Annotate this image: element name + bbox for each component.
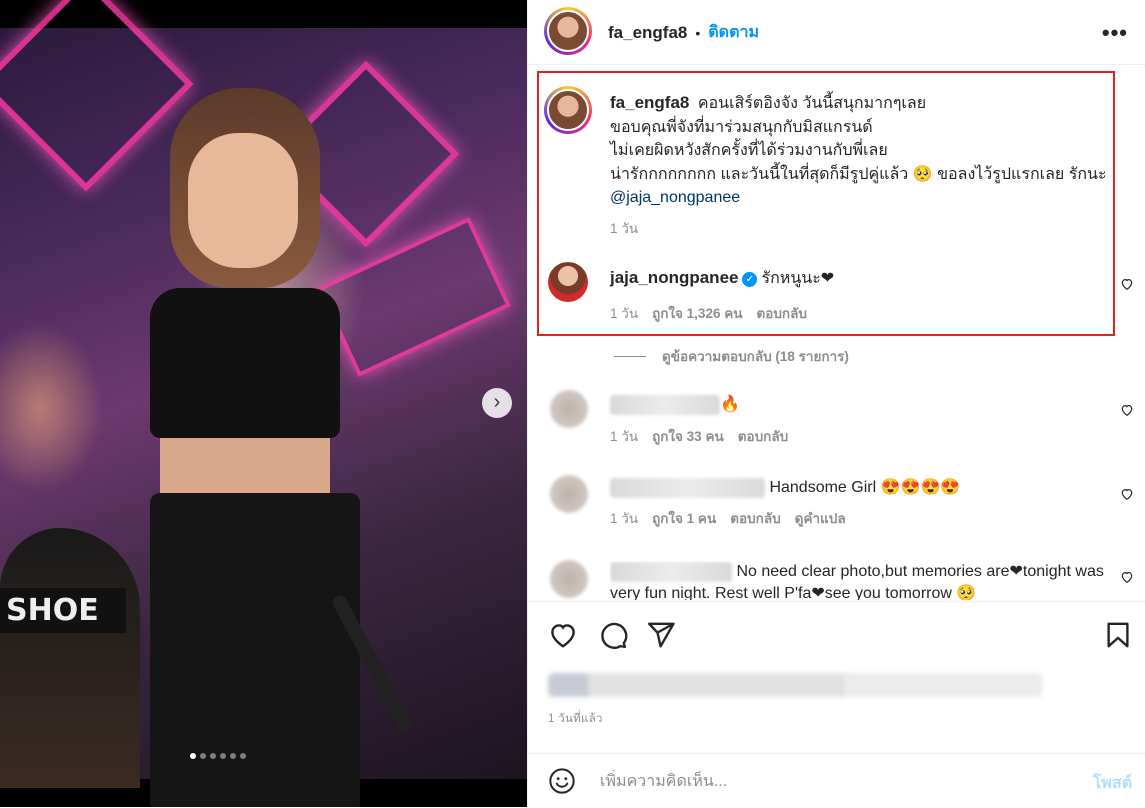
follow-button[interactable]: ติดตาม xyxy=(708,20,759,45)
caption-line: ไม่เคยผิดหวังสักครั้งที่ได้ร่วมงานกับพี่… xyxy=(610,142,888,159)
commenter-avatar[interactable] xyxy=(548,262,588,302)
commenter-username-blurred[interactable] xyxy=(610,477,765,498)
post-header: fa_engfa8 • ติดตาม ••• xyxy=(528,0,1145,65)
carousel-dots xyxy=(190,753,246,759)
view-replies-label: ดูข้อความตอบกลับ (18 รายการ) xyxy=(662,349,849,364)
comment-time[interactable]: 1 วัน xyxy=(610,507,638,529)
view-replies-button[interactable]: ดูข้อความตอบกลับ (18 รายการ) xyxy=(614,345,849,367)
post-side-panel: fa_engfa8 • ติดตาม ••• fa_engfa8 คอนเสิร… xyxy=(527,0,1145,807)
commenter-username-blurred[interactable] xyxy=(610,394,720,415)
heart-icon[interactable] xyxy=(1120,403,1134,417)
comment-text: 🔥 xyxy=(720,396,740,413)
replies-divider xyxy=(614,355,646,357)
comment-text: Handsome Girl 😍😍😍😍 xyxy=(769,479,961,496)
comment-likes[interactable]: ถูกใจ 1 คน xyxy=(652,507,716,529)
translate-button[interactable]: ดูคำแปล xyxy=(795,507,846,529)
add-comment-input[interactable] xyxy=(598,770,1062,794)
post-comment-button[interactable]: โพสต์ xyxy=(1093,771,1132,796)
comment-text: รักหนูนะ❤ xyxy=(761,270,835,287)
caption-line: คอนเสิร์ตอิงจัง วันนี้สนุกมากๆเลย xyxy=(697,95,927,112)
caption-time[interactable]: 1 วัน xyxy=(610,217,638,241)
comment-time[interactable]: 1 วัน xyxy=(610,425,638,447)
commenter-avatar[interactable] xyxy=(550,390,588,428)
add-comment-bar: โพสต์ xyxy=(528,753,1145,808)
more-icon[interactable]: ••• xyxy=(1102,20,1128,46)
comment-likes[interactable]: ถูกใจ 33 คน xyxy=(652,425,724,447)
post-actions xyxy=(528,601,1145,666)
caption-mention[interactable]: @jaja_nongpanee xyxy=(610,189,740,206)
caption-line: ขอบคุณพี่จังที่มาร่วมสนุกกับมิสแกรนด์ xyxy=(610,118,873,136)
likes-summary-blurred[interactable] xyxy=(548,673,1043,697)
carousel-next-button[interactable]: › xyxy=(482,388,512,418)
caption-line: น่ารักกกกกกกก และวันนี้ในที่สุดก็มีรูปคู… xyxy=(610,165,1107,183)
share-icon[interactable] xyxy=(646,620,676,650)
comment-time[interactable]: 1 วัน xyxy=(610,302,638,324)
commenter-username[interactable]: jaja_nongpanee xyxy=(610,268,738,287)
post-time[interactable]: 1 วันที่แล้ว xyxy=(548,710,603,728)
emoji-icon[interactable] xyxy=(548,767,576,795)
comment-likes[interactable]: ถูกใจ 1,326 คน xyxy=(652,302,742,324)
comment-icon[interactable] xyxy=(598,620,628,650)
audience-headband: SHOE xyxy=(0,588,126,633)
carousel-dot-active xyxy=(190,753,196,759)
author-username[interactable]: fa_engfa8 xyxy=(608,23,687,43)
post-photo[interactable]: SHOE › xyxy=(0,0,527,807)
author-avatar[interactable] xyxy=(544,7,592,55)
commenter-username-blurred[interactable] xyxy=(610,561,732,582)
carousel-dot xyxy=(240,753,246,759)
commenter-avatar[interactable] xyxy=(550,475,588,513)
heart-icon[interactable] xyxy=(1120,277,1134,291)
commenter-avatar[interactable] xyxy=(550,560,588,598)
post-image: SHOE xyxy=(0,0,527,807)
reply-button[interactable]: ตอบกลับ xyxy=(756,302,806,324)
caption-username[interactable]: fa_engfa8 xyxy=(610,93,689,112)
performer-figure xyxy=(150,88,414,807)
post-caption: fa_engfa8 คอนเสิร์ตอิงจัง วันนี้สนุกมากๆ… xyxy=(610,91,1110,240)
reply-button[interactable]: ตอบกลับ xyxy=(738,425,788,447)
caption-avatar[interactable] xyxy=(544,86,592,134)
chevron-right-icon: › xyxy=(493,391,501,413)
carousel-dot xyxy=(230,753,236,759)
like-heart-icon[interactable] xyxy=(548,620,578,650)
reply-button[interactable]: ตอบกลับ xyxy=(730,507,780,529)
carousel-dot xyxy=(200,753,206,759)
verified-icon: ✓ xyxy=(742,272,758,287)
carousel-dot xyxy=(220,753,226,759)
bookmark-icon[interactable] xyxy=(1103,620,1133,650)
heart-icon[interactable] xyxy=(1120,487,1134,501)
heart-icon[interactable] xyxy=(1120,570,1134,584)
audience-figure xyxy=(0,528,140,788)
header-separator: • xyxy=(695,24,701,41)
carousel-dot xyxy=(210,753,216,759)
